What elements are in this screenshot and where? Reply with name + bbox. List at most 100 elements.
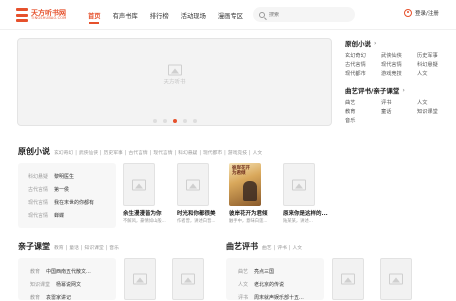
book-card[interactable]: 时光和你都很美 作者曾，讲述白晋... xyxy=(177,163,231,224)
section-tab[interactable]: 人文 xyxy=(253,151,263,156)
category-link[interactable]: 现代都市 xyxy=(345,70,381,77)
book-title[interactable]: 原来你是这样的... xyxy=(283,209,337,217)
category-link[interactable]: 现代言情 xyxy=(381,61,417,68)
section-tab[interactable]: 玄幻奇幻 xyxy=(54,151,73,156)
category-link[interactable]: 玄幻奇幻 xyxy=(345,52,381,59)
carousel-dot-active[interactable] xyxy=(172,119,177,123)
item-title[interactable]: 黎明医生 xyxy=(54,174,74,180)
user-avatar-icon xyxy=(404,9,412,17)
list-item[interactable]: 教育 中国西南五代散文... xyxy=(30,268,110,275)
category-link[interactable]: 曲艺 xyxy=(345,99,381,106)
side-opera-title[interactable]: 曲艺评书/亲子课堂 › xyxy=(345,85,453,96)
tab-separator: | xyxy=(174,151,177,156)
category-link[interactable]: 科幻悬疑 xyxy=(417,61,453,68)
book-cover[interactable] xyxy=(124,258,156,300)
side-original-title[interactable]: 原创小说 › xyxy=(345,38,453,49)
item-title[interactable]: 我在末世的你都有 xyxy=(54,200,94,206)
nav-events[interactable]: 活动现场 xyxy=(181,11,206,20)
nav-audiobook-library[interactable]: 有声书库 xyxy=(113,11,138,20)
section-tab[interactable]: 古代言情 xyxy=(128,151,147,156)
list-item[interactable]: 科幻悬疑 黎明医生 xyxy=(28,173,110,180)
nav-comics[interactable]: 漫画专区 xyxy=(218,11,243,20)
item-title[interactable]: 亮点三国 xyxy=(254,269,274,275)
section-tab[interactable]: 科幻悬疑 xyxy=(178,151,197,156)
category-link[interactable]: 音乐 xyxy=(345,117,381,124)
item-title[interactable]: 老北京的传说 xyxy=(254,282,284,288)
tab-separator: | xyxy=(273,246,276,251)
image-placeholder-icon xyxy=(389,273,403,285)
section-tab[interactable]: 曲艺 xyxy=(262,246,272,251)
section-tab[interactable]: 评书 xyxy=(277,246,287,251)
banner-placeholder: 天方听书 xyxy=(163,64,186,86)
search-input[interactable] xyxy=(269,11,349,18)
tab-separator: | xyxy=(105,246,108,251)
category-link[interactable]: 教育 xyxy=(345,108,381,115)
category-link[interactable]: 童话 xyxy=(381,108,417,115)
list-item[interactable]: 现代言情 蝉蝶 xyxy=(28,212,110,219)
section-tab[interactable]: 历史军事 xyxy=(104,151,123,156)
item-title[interactable]: 第一侯 xyxy=(54,187,69,193)
chevron-right-icon: › xyxy=(402,86,405,94)
tab-separator: | xyxy=(75,151,77,156)
tab-separator: | xyxy=(288,246,291,251)
section-tab[interactable]: 音乐 xyxy=(109,246,119,251)
list-item[interactable]: 古代言情 第一侯 xyxy=(28,186,110,193)
book-cover[interactable] xyxy=(380,258,412,300)
nav-home[interactable]: 首页 xyxy=(88,11,101,20)
book-title[interactable]: 时光和你都很美 xyxy=(177,209,231,217)
section-tab[interactable]: 知识课堂 xyxy=(84,246,103,251)
section-tab[interactable]: 武侠仙侠 xyxy=(79,151,98,156)
carousel-dot[interactable] xyxy=(182,119,187,123)
category-link[interactable]: 评书 xyxy=(381,99,417,106)
book-cover[interactable] xyxy=(332,258,364,300)
list-item[interactable]: 知识课堂 杨幂说网文 xyxy=(30,281,110,288)
category-link[interactable]: 游戏竞技 xyxy=(381,70,417,77)
item-title[interactable]: 杨幂说网文 xyxy=(56,282,81,288)
section-tab[interactable]: 现代都市 xyxy=(203,151,222,156)
item-title[interactable]: 中国西南五代散文... xyxy=(46,269,91,275)
section-tabs: 玄幻奇幻 | 武侠仙侠 | 历史军事 | 古代言情 | 现代言情 | 科幻悬疑 | 现代都市 | 游戏竞技 |… xyxy=(54,149,264,156)
carousel-dot[interactable] xyxy=(162,119,167,123)
category-link[interactable]: 人文 xyxy=(417,70,453,77)
book-cover[interactable] xyxy=(283,163,315,206)
item-genre: 现代言情 xyxy=(28,213,49,219)
section-tab[interactable]: 游戏竞技 xyxy=(228,151,247,156)
cover-figure xyxy=(243,181,257,201)
list-item[interactable]: 现代言情 我在末世的你都有 xyxy=(28,199,110,206)
category-link[interactable]: 历史军事 xyxy=(417,52,453,59)
section-tab[interactable]: 童话 xyxy=(69,246,79,251)
login-link[interactable]: 登录/注册 xyxy=(404,9,439,17)
carousel-dot[interactable] xyxy=(152,119,157,123)
carousel-dot[interactable] xyxy=(192,119,197,123)
book-card[interactable]: 余生漫漫皆为你 不解风，豪情如山般... xyxy=(123,163,177,224)
site-logo[interactable]: 天方听书网 TINGSHUBAO.COM xyxy=(16,5,66,25)
image-placeholder-icon xyxy=(292,179,306,190)
list-item[interactable]: 曲艺 亮点三国 xyxy=(238,268,318,275)
side-original-novels: 原创小说 › 玄幻奇幻 武侠仙侠 历史军事古代言情 现代言情 科幻悬疑现代都市 游戏竞技 人文 xyxy=(345,38,453,78)
category-link[interactable]: 武侠仙侠 xyxy=(381,52,417,59)
section-tab[interactable]: 人文 xyxy=(292,246,302,251)
nav-ranking[interactable]: 排行榜 xyxy=(150,11,169,20)
category-link[interactable]: 古代言情 xyxy=(345,61,381,68)
book-cover[interactable]: 彼岸花开为君倾 xyxy=(229,163,261,206)
search-icon[interactable] xyxy=(259,11,265,18)
main-nav: 首页 有声书库 排行榜 活动现场 漫画专区 xyxy=(88,0,255,30)
search-box[interactable] xyxy=(253,7,355,22)
item-title[interactable]: 周末就声娱乐部十五... xyxy=(254,295,304,301)
section-tab[interactable]: 现代言情 xyxy=(153,151,172,156)
section-tab[interactable]: 教育 xyxy=(54,246,64,251)
item-title[interactable]: 袁雷家讲记 xyxy=(46,295,71,301)
banner-carousel[interactable]: 天方听书 xyxy=(17,38,332,126)
item-genre: 古代言情 xyxy=(28,187,49,193)
book-cover[interactable] xyxy=(177,163,209,206)
category-link[interactable]: 人文 xyxy=(417,99,453,106)
book-cover[interactable] xyxy=(172,258,204,300)
book-cover[interactable] xyxy=(123,163,155,206)
category-link[interactable]: 知识课堂 xyxy=(417,108,453,115)
book-title[interactable]: 彼岸花开为君倾 xyxy=(229,209,283,217)
book-card[interactable]: 原来你是这样的... 陆某某，讲述... xyxy=(283,163,337,224)
book-title[interactable]: 余生漫漫皆为你 xyxy=(123,209,177,217)
item-title[interactable]: 蝉蝶 xyxy=(54,213,64,219)
book-card[interactable]: 彼岸花开为君倾 彼岸花开为君倾 触手中，意味白莲... xyxy=(229,163,283,224)
list-item[interactable]: 人文 老北京的传说 xyxy=(238,281,318,288)
